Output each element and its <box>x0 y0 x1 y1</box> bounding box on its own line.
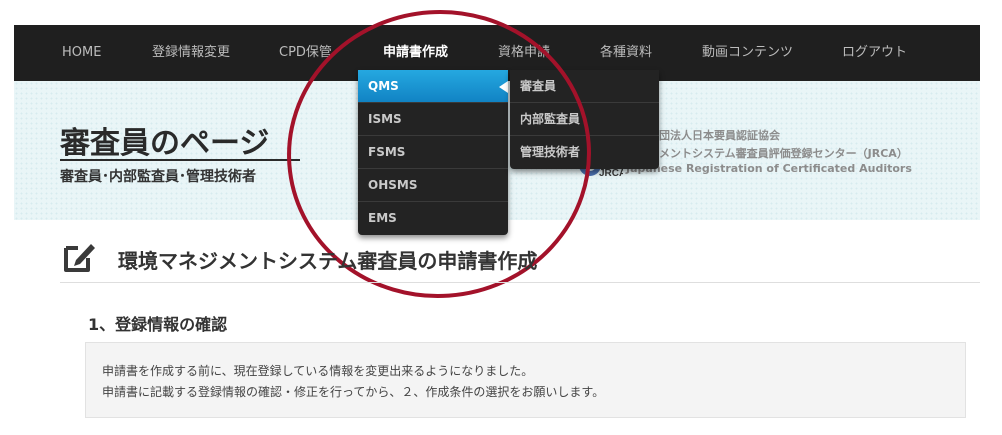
page-subtitle: 審査員･内部監査員･管理技術者 <box>60 169 256 185</box>
info-text-line1: 申請書を作成する前に、現在登録している情報を変更出来るようになりました。 <box>102 364 534 378</box>
info-text-line2: 申請書に記載する登録情報の確認・修正を行ってから、２、作成条件の選択をお願いしま… <box>102 385 605 399</box>
nav-item-home[interactable]: HOME <box>62 25 101 81</box>
title-underline <box>60 159 300 161</box>
org-name-line2: マネジメントシステム審査員評価登録センター（JRCA） <box>626 147 908 160</box>
nav-item-video-content[interactable]: 動画コンテンツ <box>702 25 793 81</box>
section-page-heading: 環境マネジメントシステム審査員の申請書作成 <box>118 249 538 273</box>
step-heading: 1、登録情報の確認 <box>88 315 228 334</box>
org-name-line3: Japanese Registration of Certificated Au… <box>626 162 912 175</box>
info-box <box>85 342 966 418</box>
jrca-logo-text: JRCA <box>599 168 623 179</box>
heading-divider <box>60 282 980 283</box>
edit-icon <box>64 244 95 272</box>
nav-item-registration-change[interactable]: 登録情報変更 <box>152 25 230 81</box>
nav-item-logout[interactable]: ログアウト <box>842 25 907 81</box>
page-title: 審査員のページ <box>60 126 270 161</box>
